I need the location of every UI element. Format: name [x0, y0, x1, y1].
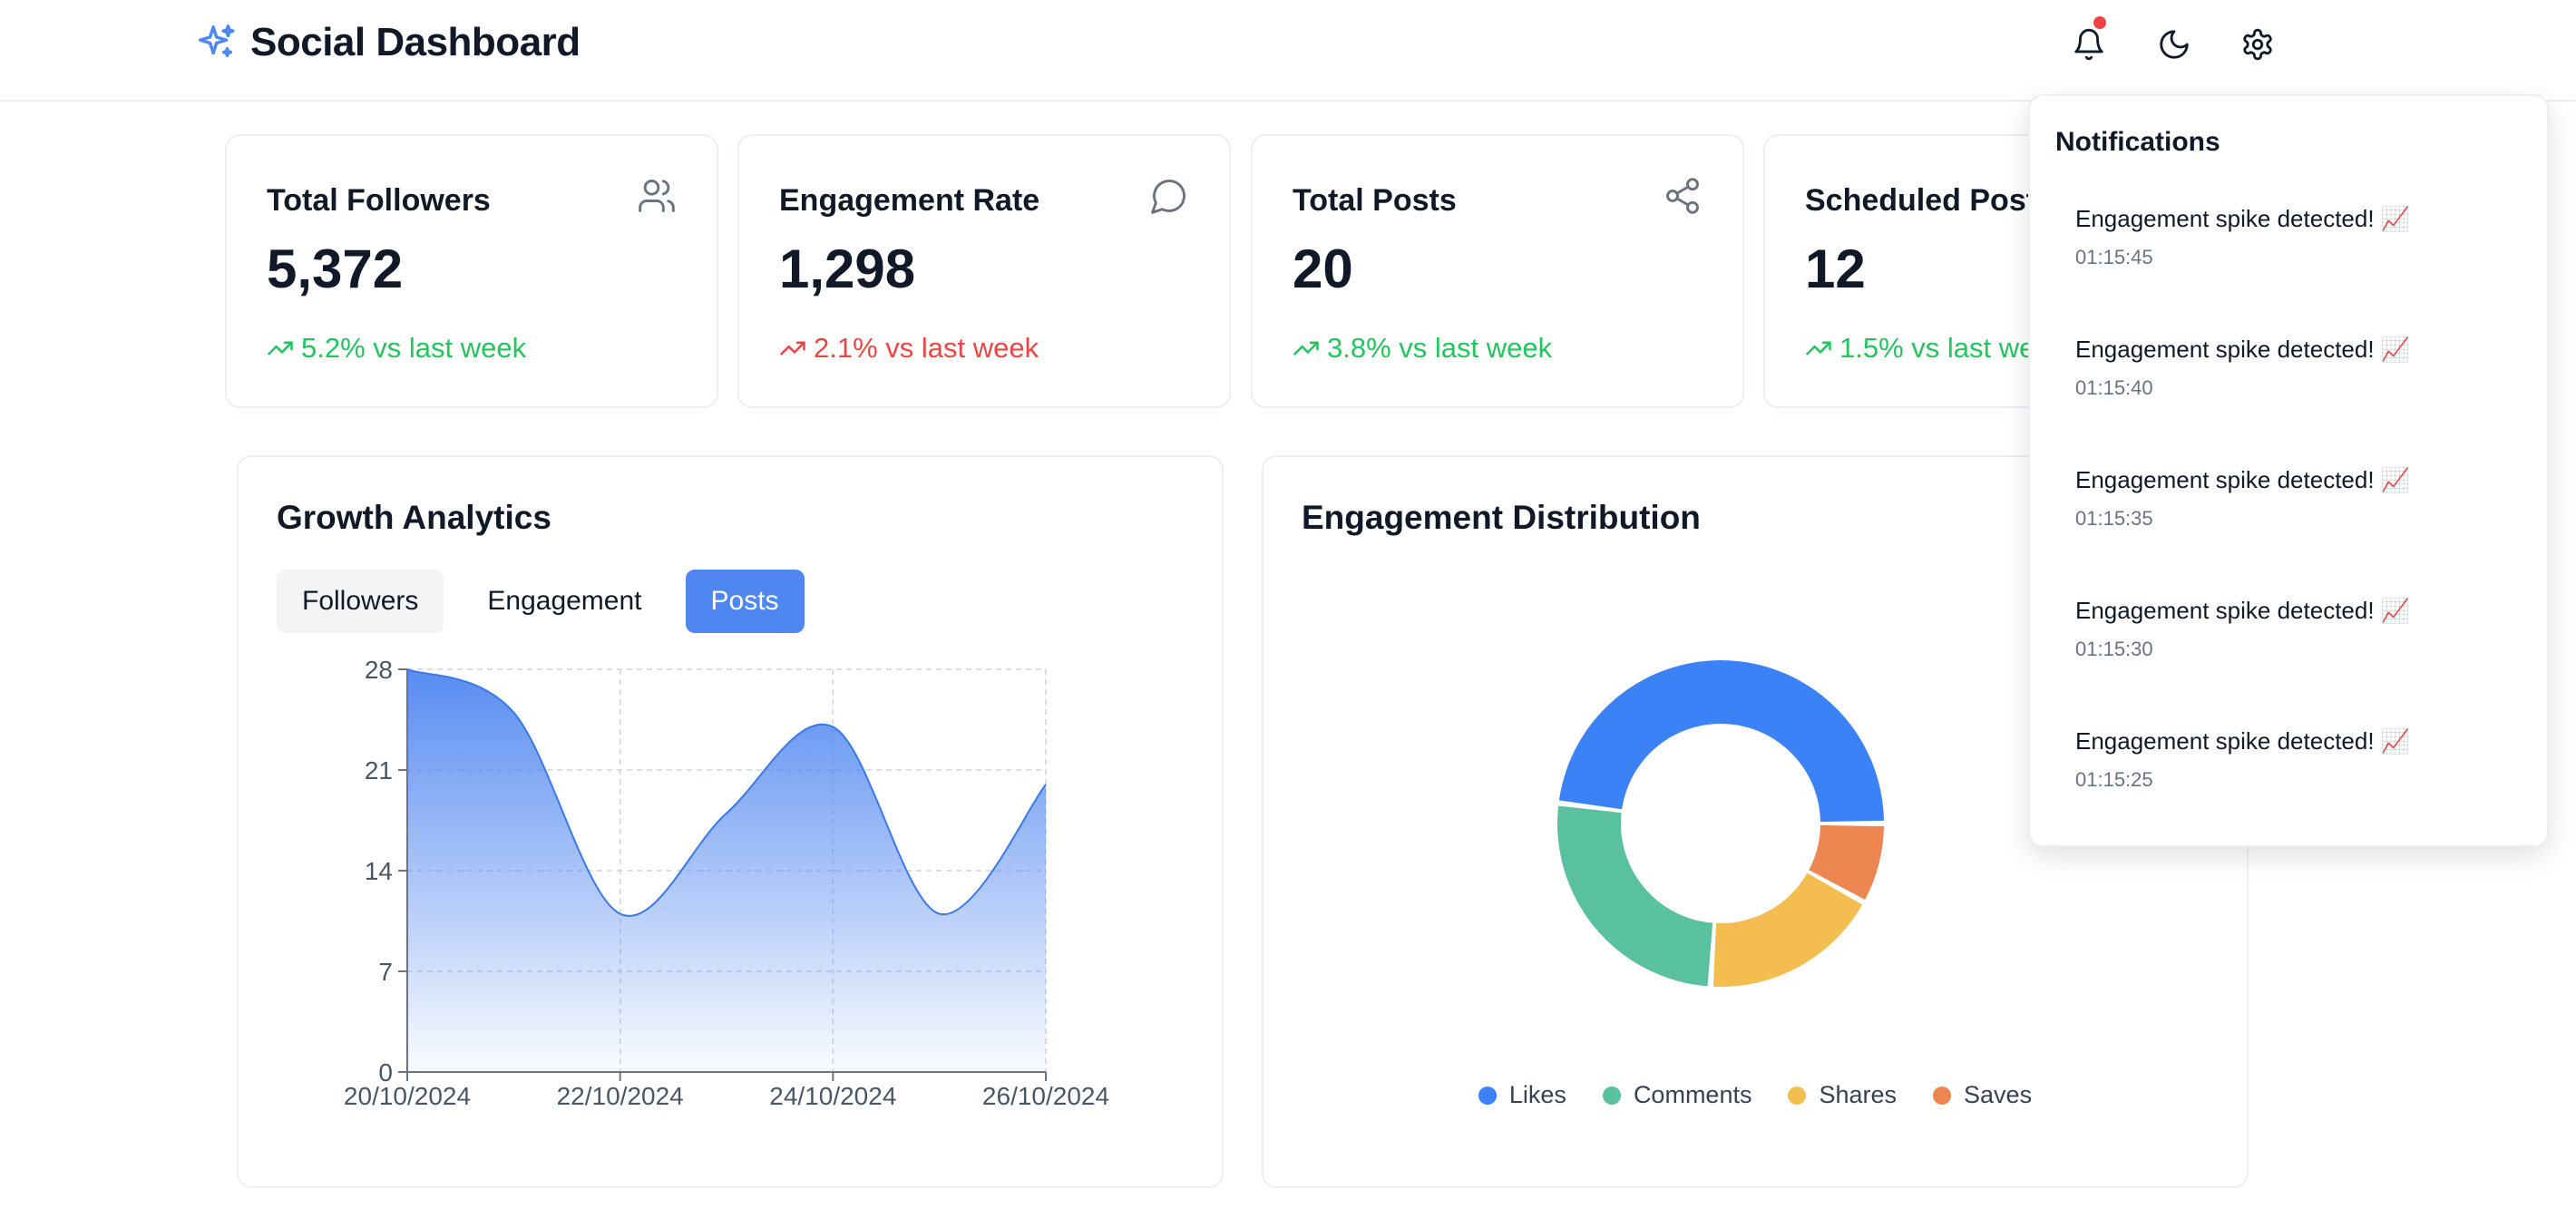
- app-title: Social Dashboard: [250, 20, 581, 64]
- trending-up-icon: [1293, 341, 1319, 356]
- growth-tabs: Followers Engagement Posts: [277, 570, 805, 633]
- notification-item[interactable]: Engagement spike detected! 📈 01:15:30: [2075, 597, 2410, 661]
- bell-icon: [2074, 28, 2103, 61]
- notification-item[interactable]: Engagement spike detected! 📈 01:15:25: [2075, 727, 2410, 792]
- notification-time: 01:15:30: [2075, 638, 2153, 660]
- stat-trend-text: 5.2% vs last week: [301, 332, 527, 364]
- notification-time: 01:15:40: [2075, 376, 2153, 399]
- stat-title: Total Posts: [1293, 183, 1457, 218]
- stat-value: 5,372: [267, 239, 404, 299]
- legend-item-saves[interactable]: Saves: [1933, 1081, 2032, 1109]
- x-tick-label: 22/10/2024: [557, 1082, 684, 1110]
- legend-label: Shares: [1819, 1081, 1898, 1108]
- stat-value: 1,298: [779, 239, 916, 299]
- stat-title: Engagement Rate: [779, 183, 1040, 218]
- legend-label: Likes: [1508, 1081, 1566, 1108]
- stat-title: Total Followers: [267, 183, 491, 218]
- notification-time: 01:15:35: [2075, 507, 2153, 530]
- notification-item[interactable]: Engagement spike detected! 📈 01:15:45: [2075, 205, 2410, 269]
- sparkle-icon: [199, 24, 235, 58]
- stat-trend: 3.8% vs last week: [1293, 332, 1552, 365]
- tab-engagement[interactable]: Engagement: [462, 570, 667, 633]
- settings-button[interactable]: [2237, 24, 2278, 65]
- stat-trend-text: 3.8% vs last week: [1327, 332, 1553, 364]
- notification-time: 01:15:25: [2075, 768, 2153, 791]
- slice-comments: [1557, 805, 1713, 987]
- legend-label: Saves: [1964, 1081, 2033, 1108]
- theme-toggle-button[interactable]: [2153, 24, 2195, 65]
- notification-item[interactable]: Engagement spike detected! 📈 01:15:40: [2075, 336, 2410, 400]
- panel-title: Growth Analytics: [277, 499, 551, 536]
- top-header: Social Dashboard: [0, 0, 2576, 102]
- notification-item[interactable]: Engagement spike detected! 📈 01:15:35: [2075, 466, 2410, 531]
- y-tick-label: 7: [378, 958, 393, 986]
- legend-dot: [1788, 1086, 1807, 1105]
- legend-label: Comments: [1633, 1081, 1752, 1108]
- x-tick-label: 20/10/2024: [344, 1082, 471, 1110]
- notification-message: Engagement spike detected! 📈: [2075, 597, 2411, 624]
- notification-time: 01:15:45: [2075, 246, 2153, 268]
- notification-dot: [2093, 16, 2106, 29]
- gear-icon: [2243, 28, 2272, 61]
- stat-card-followers: Total Followers 5,372 5.2% vs last week: [225, 134, 718, 408]
- x-tick-label: 24/10/2024: [769, 1082, 896, 1110]
- stat-value: 12: [1805, 239, 1866, 299]
- y-tick-label: 28: [365, 656, 393, 684]
- notification-message: Engagement spike detected! 📈: [2075, 727, 2411, 755]
- notification-message: Engagement spike detected! 📈: [2075, 336, 2411, 363]
- notification-message: Engagement spike detected! 📈: [2075, 466, 2411, 493]
- message-icon: [1149, 176, 1189, 220]
- stat-trend: 2.1% vs last week: [779, 332, 1039, 365]
- trending-up-icon: [268, 341, 293, 356]
- y-tick-label: 14: [365, 857, 393, 885]
- legend-dot: [1602, 1086, 1621, 1105]
- donut-legend: Likes Comments Shares Saves: [1264, 1081, 2247, 1109]
- trending-up-icon: [780, 341, 805, 356]
- legend-item-comments[interactable]: Comments: [1602, 1081, 1752, 1109]
- stat-title: Scheduled Posts: [1805, 183, 2054, 218]
- moon-icon: [2160, 30, 2189, 59]
- notifications-button[interactable]: [2068, 16, 2110, 65]
- x-tick-label: 26/10/2024: [982, 1082, 1109, 1110]
- stat-value: 20: [1293, 239, 1353, 299]
- legend-dot: [1478, 1086, 1497, 1105]
- slice-shares: [1712, 872, 1863, 987]
- brand: Social Dashboard: [196, 20, 581, 65]
- legend-dot: [1933, 1086, 1952, 1105]
- stat-trend-text: 2.1% vs last week: [814, 332, 1039, 364]
- stat-card-engagement: Engagement Rate 1,298 2.1% vs last week: [737, 134, 1231, 408]
- trending-up-icon: [1806, 341, 1831, 356]
- notifications-dropdown: Notifications Engagement spike detected!…: [2028, 94, 2549, 847]
- stat-trend: 5.2% vs last week: [267, 332, 526, 365]
- legend-item-shares[interactable]: Shares: [1788, 1081, 1897, 1109]
- stat-card-posts: Total Posts 20 3.8% vs last week: [1251, 134, 1744, 408]
- panel-title: Engagement Distribution: [1302, 499, 1701, 536]
- notifications-title: Notifications: [2055, 127, 2220, 157]
- tab-posts[interactable]: Posts: [685, 570, 805, 633]
- share-icon: [1663, 176, 1703, 220]
- stat-trend: 1.5% vs last week: [1805, 332, 2064, 365]
- tab-followers[interactable]: Followers: [277, 570, 444, 633]
- y-tick-label: 21: [365, 756, 393, 785]
- users-icon: [637, 176, 677, 220]
- notification-message: Engagement spike detected! 📈: [2075, 205, 2411, 232]
- legend-item-likes[interactable]: Likes: [1478, 1081, 1566, 1109]
- slice-likes: [1558, 660, 1884, 823]
- growth-analytics-panel: Growth Analytics Followers Engagement Po…: [237, 455, 1224, 1188]
- growth-area-chart: 0714212820/10/2024 22/10/2024 24/10/2024 26…: [344, 656, 1109, 1110]
